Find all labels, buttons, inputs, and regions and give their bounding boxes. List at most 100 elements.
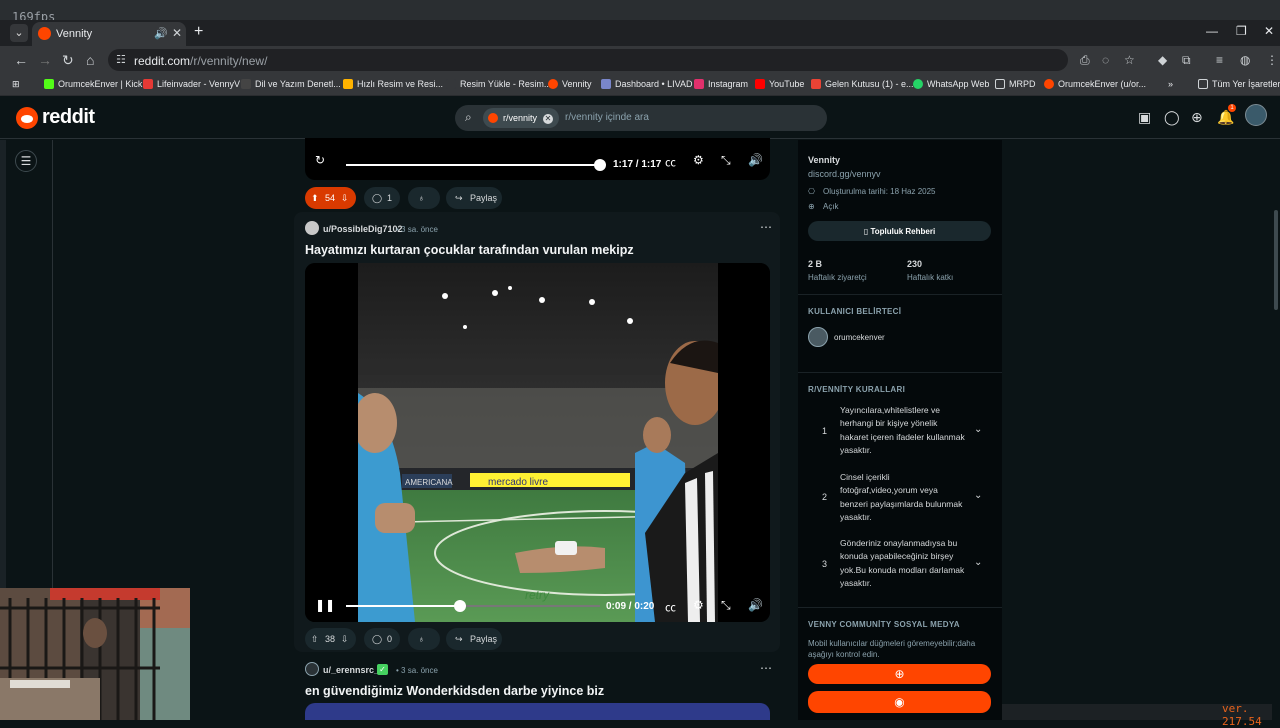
award-button[interactable]: ♁ (408, 187, 440, 209)
window-close-icon[interactable]: ✕ (1264, 24, 1274, 38)
all-bookmarks-folder[interactable]: Tüm Yer İşaretleri (1198, 79, 1280, 89)
pause-icon[interactable]: ❚❚ (315, 598, 335, 612)
downvote-icon[interactable]: ⇩ (341, 628, 349, 650)
bookmark-item[interactable]: YouTube (755, 79, 804, 89)
vote-button-group[interactable]: ⬆ 54 ⇩ (305, 187, 356, 209)
website-link-button[interactable]: ⊕ (808, 664, 991, 684)
rule-text: Gönderiniz onaylanmadıysa bu konuda yapa… (840, 538, 965, 589)
captions-icon[interactable]: ㏄ (665, 599, 676, 615)
replay-icon[interactable]: ↻ (315, 153, 325, 167)
flair-username[interactable]: orumcekenver (834, 333, 885, 342)
ads-icon[interactable]: ▣ (1138, 109, 1151, 126)
search-bar[interactable]: ⌕ r/vennity ✕ r/vennity içinde ara (455, 105, 827, 131)
apps-icon[interactable]: ⊞ (12, 79, 20, 90)
community-guide-button[interactable]: ▯ Topluluk Rehberi (808, 221, 991, 241)
bookmark-star-icon[interactable]: ☆ (1124, 53, 1135, 67)
post-username[interactable]: u/PossibleDig7102 (323, 224, 403, 234)
site-info-icon[interactable]: ☷ (116, 53, 126, 66)
tab-audio-icon[interactable]: 🔊 (154, 27, 168, 40)
discord-link-button[interactable]: ◉ (808, 691, 991, 713)
media-control-icon[interactable]: ≡ (1216, 53, 1223, 67)
reddit-logo-icon[interactable] (16, 107, 38, 129)
subreddit-search-chip[interactable]: r/vennity ✕ (483, 108, 560, 128)
upvote-icon[interactable]: ⬆ (311, 187, 319, 209)
bookmark-item[interactable]: Hızlı Resim ve Resi... (343, 79, 443, 89)
post-title[interactable]: en güvendiğimiz Wonderkidsden darbe yiyi… (305, 684, 604, 698)
minimize-icon[interactable]: — (1206, 24, 1218, 38)
chevron-down-icon[interactable]: ⌄ (974, 490, 982, 501)
hamburger-menu-icon[interactable]: ☰ (15, 150, 37, 172)
address-bar[interactable]: ☷ reddit.com/r/vennity/new/ ⎙ ◌ ☆ (108, 49, 1135, 71)
reddit-header: reddit ⌕ r/vennity ✕ r/vennity içinde ara… (0, 97, 1280, 139)
tab-close-icon[interactable]: ✕ (172, 26, 182, 40)
create-post-icon[interactable]: ⊕ (1191, 109, 1203, 126)
bookmark-item[interactable]: Lifeinvader - VennyV (143, 79, 240, 89)
share-button[interactable]: ↪ Paylaş (446, 628, 502, 650)
post-media-preview[interactable] (305, 703, 770, 720)
prev-seek-fill (346, 164, 600, 166)
eye-off-icon[interactable]: ◌ (1102, 53, 1109, 67)
post-video-player[interactable]: AMERICANA mercado livre retry ❚❚ 0:09 / … (305, 263, 770, 622)
tab-search-icon[interactable]: ⌄ (10, 24, 28, 42)
settings-gear-icon[interactable]: ⚙ (693, 153, 704, 167)
prev-video-player[interactable]: ↻ 1:17 / 1:17 ㏄ ⚙ ⤡ 🔊 (305, 138, 770, 180)
bookmark-item[interactable]: Vennity (548, 79, 592, 89)
reload-icon[interactable]: ↻ (62, 52, 74, 69)
post-title[interactable]: Hayatımızı kurtaran çocuklar tarafından … (305, 243, 634, 257)
home-icon[interactable]: ⌂ (86, 52, 94, 68)
post-more-icon[interactable]: ⋯ (760, 220, 772, 234)
bookmark-item[interactable]: OrumcekEnver (u/or... (1044, 79, 1146, 89)
comments-button[interactable]: ◯ 1 (364, 187, 400, 209)
settings-gear-icon[interactable]: ⚙ (693, 598, 704, 612)
back-icon[interactable]: ← (14, 52, 28, 68)
bookmark-item[interactable]: Gelen Kutusu (1) - e... (811, 79, 914, 89)
reddit-logo-text[interactable]: reddit (42, 106, 95, 129)
fullscreen-icon[interactable]: ⤡ (721, 598, 731, 613)
profile-icon[interactable]: ◍ (1240, 53, 1250, 67)
bookmark-item[interactable]: WhatsApp Web (913, 79, 989, 89)
prev-seek-knob[interactable] (594, 159, 606, 171)
fullscreen-icon[interactable]: ⤡ (721, 153, 731, 168)
forward-icon[interactable]: → (38, 52, 52, 68)
stat-label-contributions: Haftalık katkı (907, 273, 954, 282)
new-tab-icon[interactable]: + (194, 23, 203, 41)
extension-diamond-icon[interactable]: ◆ (1158, 53, 1167, 67)
chevron-down-icon[interactable]: ⌄ (974, 557, 982, 568)
browser-tab[interactable]: Vennity 🔊 ✕ (32, 22, 186, 46)
seek-knob[interactable] (454, 600, 466, 612)
post-username[interactable]: u/_erennsrc_ (323, 665, 379, 675)
bookmark-item[interactable]: Dashboard • LIVAD (601, 79, 693, 89)
page-scrollbar[interactable] (1272, 140, 1280, 720)
post-user-avatar[interactable] (305, 221, 319, 235)
share-icon: ↪ (455, 634, 463, 644)
bookmarks-overflow[interactable]: » (1168, 79, 1173, 89)
user-avatar[interactable] (1245, 104, 1267, 126)
volume-icon[interactable]: 🔊 (748, 598, 763, 612)
comments-button[interactable]: ◯ 0 (364, 628, 400, 650)
vote-button-group[interactable]: ⇧ 38 ⇩ (305, 628, 356, 650)
chevron-down-icon[interactable]: ⌄ (974, 424, 982, 435)
bookmark-item[interactable]: Instagram (694, 79, 748, 89)
bookmark-folder[interactable]: MRPD (995, 79, 1036, 89)
chip-clear-icon[interactable]: ✕ (543, 114, 554, 124)
bookmark-item[interactable]: OrumcekEnver | Kick (44, 79, 142, 89)
downvote-icon[interactable]: ⇩ (341, 187, 349, 209)
scrollbar-thumb[interactable] (1274, 210, 1278, 310)
bookmark-item[interactable]: Dil ve Yazım Denetl... (241, 79, 341, 89)
upvote-icon[interactable]: ⇧ (311, 628, 319, 650)
post-more-icon[interactable]: ⋯ (760, 661, 772, 675)
volume-icon[interactable]: 🔊 (748, 153, 763, 167)
restore-icon[interactable]: ❐ (1236, 24, 1247, 38)
extensions-puzzle-icon[interactable]: ⧉ (1182, 53, 1191, 68)
chat-icon[interactable]: ◯ (1164, 109, 1180, 126)
comment-icon: ◯ (372, 634, 383, 644)
rule-number: 3 (822, 559, 828, 569)
post-user-avatar[interactable] (305, 662, 319, 676)
share-button[interactable]: ↪ Paylaş (446, 187, 502, 209)
bookmark-item[interactable]: Resim Yükle - Resim... (446, 79, 551, 89)
captions-icon[interactable]: ㏄ (665, 154, 676, 170)
chrome-menu-icon[interactable]: ⋮ (1266, 53, 1278, 67)
install-icon[interactable]: ⎙ (1080, 53, 1090, 68)
award-button[interactable]: ♁ (408, 628, 440, 650)
flair-user-avatar[interactable] (808, 327, 828, 347)
